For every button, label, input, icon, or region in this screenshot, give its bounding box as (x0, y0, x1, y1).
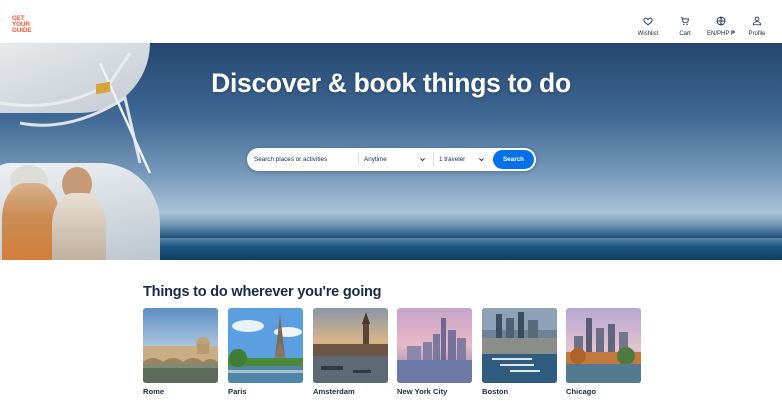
destination-card-chicago[interactable]: Chicago (566, 308, 641, 396)
chevron-down-icon (479, 158, 484, 162)
search-bar: Search places or activities Anytime 1 tr… (247, 148, 536, 171)
search-divider (358, 153, 359, 166)
destination-card-new-york-city[interactable]: New York City (397, 308, 472, 396)
destination-name: Amsterdam (313, 387, 355, 396)
destination-name: Boston (482, 387, 509, 396)
getyourguide-logo[interactable]: GET YOUR GUIDE (12, 15, 38, 35)
destination-card-boston[interactable]: Boston (482, 308, 557, 396)
heart-icon (628, 16, 668, 28)
search-divider (433, 153, 434, 166)
logo-line: GUIDE (12, 27, 32, 35)
nav-label: EN/PHP ₱ (707, 31, 735, 37)
destination-image-amsterdam (313, 308, 388, 383)
destination-image-boston (482, 308, 557, 383)
nav-label: Wishlist (637, 31, 659, 37)
destination-name: New York City (397, 387, 448, 396)
cart-icon (665, 16, 705, 28)
hero-title: Discover & book things to do (211, 68, 571, 98)
destination-name: Chicago (566, 387, 596, 396)
destination-name: Rome (143, 387, 165, 396)
nav-cart[interactable]: Cart (665, 16, 705, 37)
top-navigation-bar: GET YOUR GUIDE Wishlist Cart EN/PHP ₱ Pr… (0, 0, 782, 43)
destination-image-rome (143, 308, 218, 383)
destination-card-amsterdam[interactable]: Amsterdam (313, 308, 388, 396)
nav-language-currency[interactable]: EN/PHP ₱ (701, 16, 741, 37)
nav-label: Profile (748, 31, 766, 37)
nav-label: Cart (679, 31, 691, 37)
search-input[interactable]: Search places or activities (254, 148, 354, 171)
destination-image-chicago (566, 308, 641, 383)
nav-wishlist[interactable]: Wishlist (628, 16, 668, 37)
travelers-value: 1 traveler (439, 156, 466, 163)
nav-profile[interactable]: Profile (737, 16, 777, 37)
date-value: Anytime (364, 156, 387, 163)
hero-person-man (52, 193, 106, 260)
destinations-section-title: Things to do wherever you're going (143, 284, 382, 300)
destination-card-rome[interactable]: Rome (143, 308, 218, 396)
chevron-down-icon (420, 158, 425, 162)
profile-icon (737, 16, 777, 28)
search-button[interactable]: Search (493, 150, 534, 169)
destination-image-new-york-city (397, 308, 472, 383)
globe-icon (701, 16, 741, 28)
destination-card-paris[interactable]: Paris (228, 308, 303, 396)
destination-name: Paris (228, 387, 247, 396)
destination-image-paris (228, 308, 303, 383)
